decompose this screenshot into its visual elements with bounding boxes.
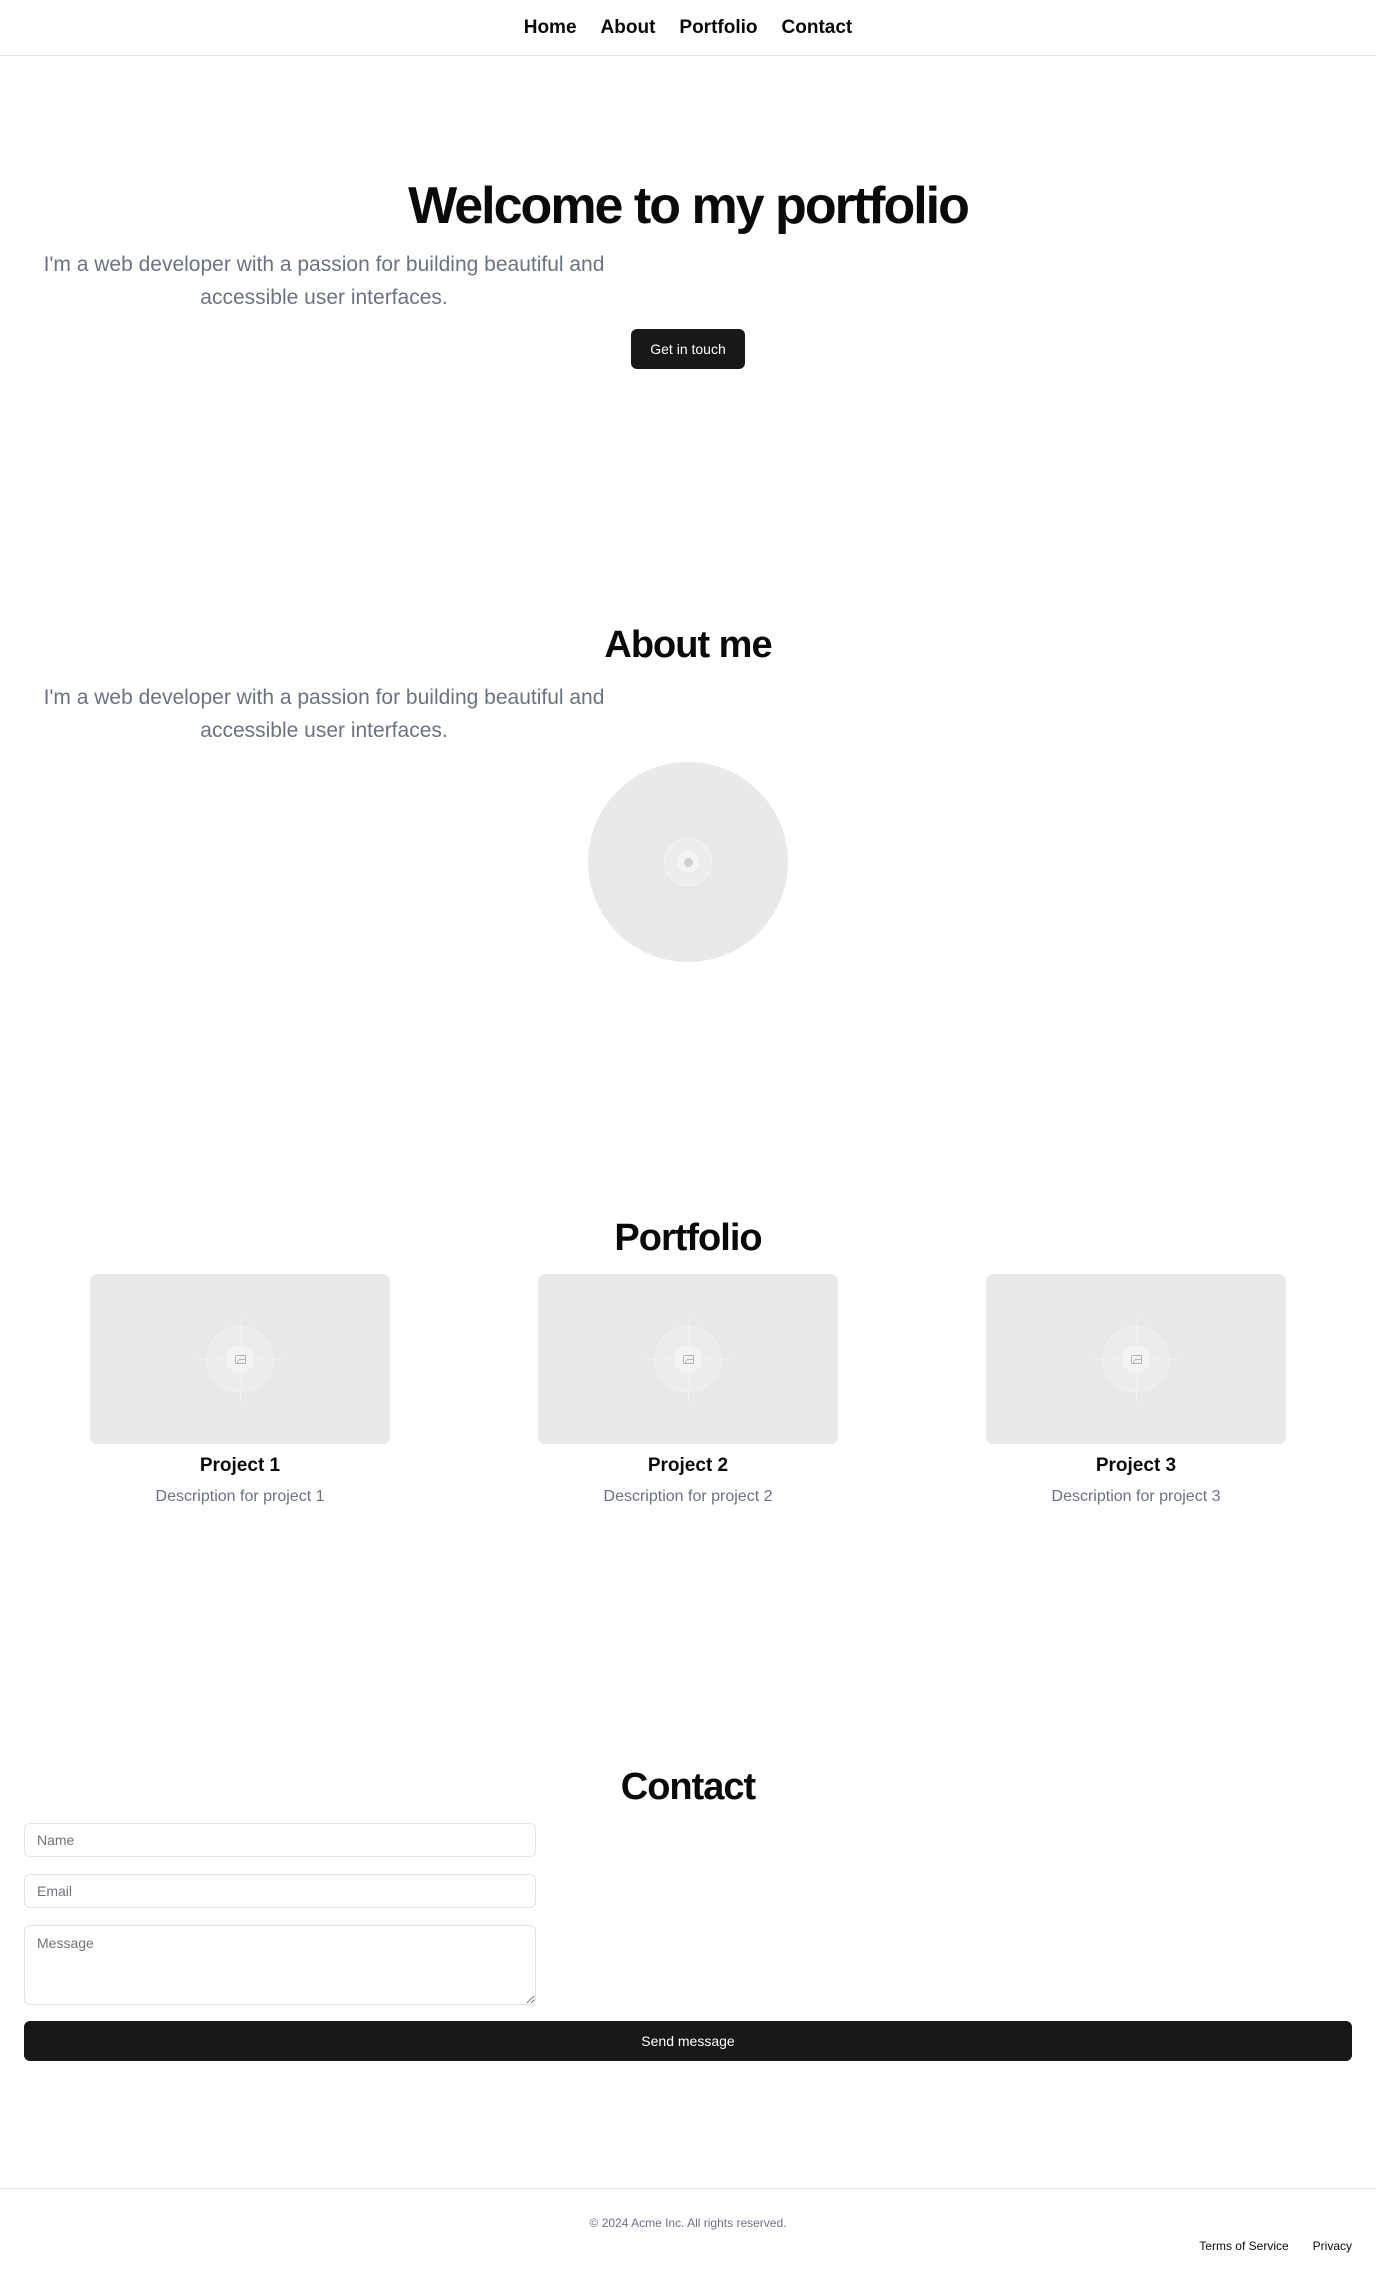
project-name: Project 1 <box>199 1455 281 1476</box>
project-description: Description for project 3 <box>1051 1488 1221 1505</box>
project-card-1[interactable]: Project 1 Description for project 1 <box>90 1274 390 1507</box>
project-card-2[interactable]: Project 2 Description for project 2 <box>538 1274 838 1507</box>
top-nav: Home About Portfolio Contact <box>0 0 1376 56</box>
footer-links: Terms of Service Privacy <box>1199 2239 1352 2253</box>
hero-subtitle: I'm a web developer with a passion for b… <box>43 253 605 309</box>
avatar-placeholder <box>588 762 788 962</box>
message-field[interactable] <box>24 1925 536 2005</box>
portfolio-title: Portfolio <box>614 1217 762 1259</box>
about-text: I'm a web developer with a passion for b… <box>43 686 605 742</box>
page: Home About Portfolio Contact Welcome to … <box>0 0 1376 2278</box>
placeholder-icon <box>664 838 712 886</box>
image-icon <box>234 1354 246 1364</box>
project-name: Project 3 <box>1095 1455 1177 1476</box>
nav-link-contact[interactable]: Contact <box>782 17 853 39</box>
project-name: Project 2 <box>647 1455 729 1476</box>
email-field[interactable] <box>24 1874 536 1908</box>
project-image-placeholder <box>90 1274 390 1444</box>
copyright-text: © 2024 Acme Inc. All rights reserved. <box>589 2216 787 2230</box>
nav-link-about[interactable]: About <box>601 17 656 39</box>
privacy-link[interactable]: Privacy <box>1313 2239 1352 2253</box>
send-message-button[interactable]: Send message <box>24 2021 1352 2061</box>
project-image-placeholder <box>986 1274 1286 1444</box>
about-title: About me <box>604 624 772 666</box>
project-card-3[interactable]: Project 3 Description for project 3 <box>986 1274 1286 1507</box>
get-in-touch-button[interactable]: Get in touch <box>631 329 745 369</box>
project-image-placeholder <box>538 1274 838 1444</box>
hero-title: Welcome to my portfolio <box>408 177 970 235</box>
image-icon <box>1130 1354 1142 1364</box>
contact-title: Contact <box>620 1766 756 1808</box>
name-field[interactable] <box>24 1823 536 1857</box>
project-description: Description for project 1 <box>155 1488 325 1505</box>
project-description: Description for project 2 <box>603 1488 773 1505</box>
footer: © 2024 Acme Inc. All rights reserved. Te… <box>0 2188 1376 2278</box>
nav-link-home[interactable]: Home <box>524 17 577 39</box>
image-icon <box>682 1354 694 1364</box>
terms-of-service-link[interactable]: Terms of Service <box>1199 2239 1288 2253</box>
nav-link-portfolio[interactable]: Portfolio <box>679 17 757 39</box>
